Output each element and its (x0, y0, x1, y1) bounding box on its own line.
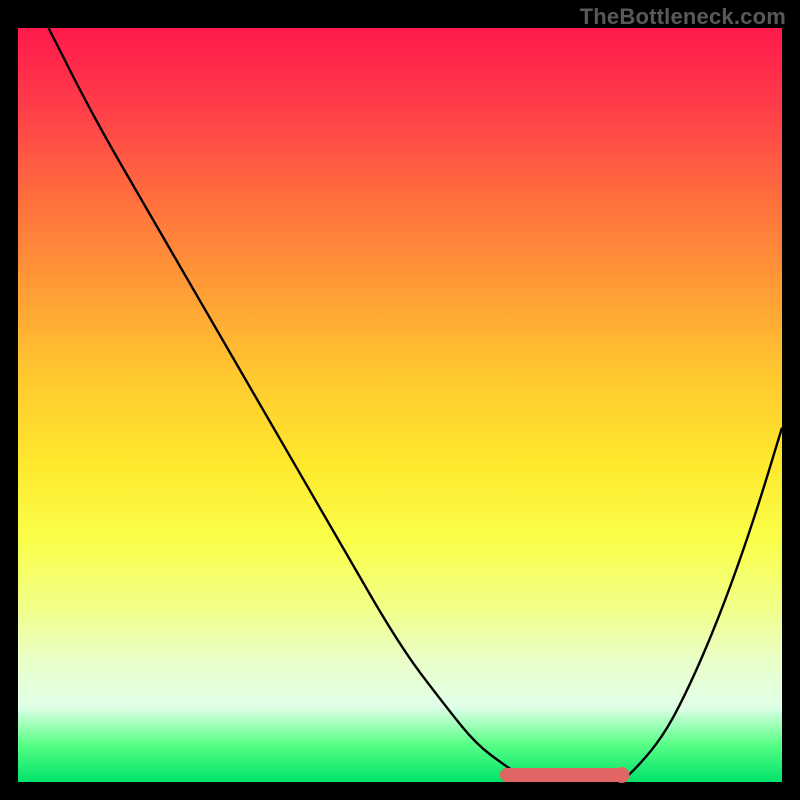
image-frame: TheBottleneck.com (0, 0, 800, 800)
right-ascending-curve (622, 428, 782, 782)
watermark-text: TheBottleneck.com (580, 4, 786, 30)
chart-plot-area (18, 28, 782, 782)
marker-dot (614, 767, 630, 783)
left-descending-curve (49, 28, 546, 782)
chart-svg-layer (18, 28, 782, 782)
